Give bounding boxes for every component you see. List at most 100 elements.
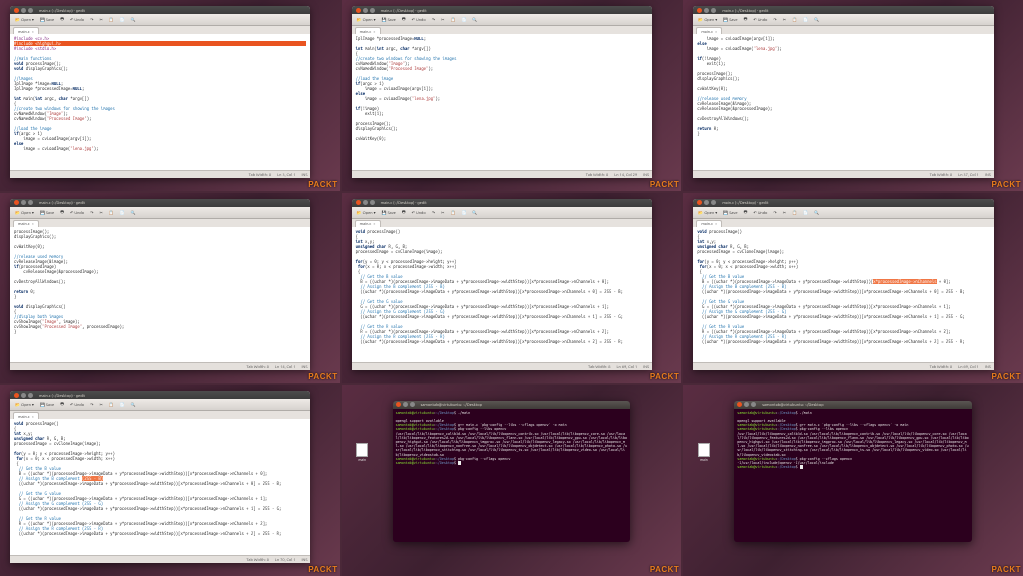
code-area[interactable]: IplImage *processedImage=NULL; int main(… xyxy=(352,34,652,170)
paste-button[interactable]: 📄 xyxy=(118,209,127,216)
tab-main-c[interactable]: main.c× xyxy=(696,220,722,227)
tab-main-c[interactable]: main.c× xyxy=(355,220,381,227)
close-icon[interactable] xyxy=(356,200,361,205)
print-button[interactable]: 🖶 xyxy=(742,208,750,217)
save-button[interactable]: 💾 Save xyxy=(380,16,398,23)
minimize-icon[interactable] xyxy=(744,402,749,407)
open-button[interactable]: 📂 Open ▾ xyxy=(355,16,378,23)
close-icon[interactable] xyxy=(14,393,19,398)
titlebar[interactable]: main.c (~/Desktop) - gedit xyxy=(10,6,310,14)
redo-button[interactable]: ↷ xyxy=(88,16,95,23)
maximize-icon[interactable] xyxy=(711,8,716,13)
redo-button[interactable]: ↷ xyxy=(430,16,437,23)
minimize-icon[interactable] xyxy=(21,393,26,398)
paste-button[interactable]: 📄 xyxy=(118,401,127,408)
open-button[interactable]: 📂 Open ▾ xyxy=(696,16,719,23)
maximize-icon[interactable] xyxy=(28,200,33,205)
close-icon[interactable] xyxy=(737,402,742,407)
find-button[interactable]: 🔍 xyxy=(129,16,138,23)
cut-button[interactable]: ✂ xyxy=(781,16,788,23)
open-button[interactable]: 📂 Open ▾ xyxy=(13,209,36,216)
cut-button[interactable]: ✂ xyxy=(97,401,104,408)
tab-main-c[interactable]: main.c× xyxy=(13,412,39,419)
titlebar[interactable]: main.c (~/Desktop) - gedit xyxy=(10,391,310,399)
undo-button[interactable]: ↶ Undo xyxy=(751,209,769,216)
terminal-body[interactable]: samontab@virtubuntu:~/Desktop$ ./main op… xyxy=(393,409,631,542)
save-button[interactable]: 💾 Save xyxy=(380,209,398,216)
find-button[interactable]: 🔍 xyxy=(470,209,479,216)
paste-button[interactable]: 📄 xyxy=(459,16,468,23)
paste-button[interactable]: 📄 xyxy=(801,209,810,216)
tab-close-icon[interactable]: × xyxy=(32,29,34,34)
redo-button[interactable]: ↷ xyxy=(88,401,95,408)
save-button[interactable]: 💾 Save xyxy=(38,401,56,408)
tab-close-icon[interactable]: × xyxy=(715,29,717,34)
titlebar[interactable]: main.c (~/Desktop) - gedit xyxy=(352,6,652,14)
open-button[interactable]: 📂 Open ▾ xyxy=(13,16,36,23)
maximize-icon[interactable] xyxy=(28,393,33,398)
redo-button[interactable]: ↷ xyxy=(430,209,437,216)
close-icon[interactable] xyxy=(14,8,19,13)
terminal-body[interactable]: samontab@virtubuntu:~/Desktop$ ./main op… xyxy=(734,409,972,542)
undo-button[interactable]: ↶ Undo xyxy=(68,401,86,408)
minimize-icon[interactable] xyxy=(363,8,368,13)
save-button[interactable]: 💾 Save xyxy=(721,16,739,23)
cut-button[interactable]: ✂ xyxy=(781,209,788,216)
titlebar[interactable]: main.c (~/Desktop) - gedit xyxy=(352,199,652,207)
undo-button[interactable]: ↶ Undo xyxy=(410,16,428,23)
open-button[interactable]: 📂 Open ▾ xyxy=(13,401,36,408)
print-button[interactable]: 🖶 xyxy=(58,15,66,24)
minimize-icon[interactable] xyxy=(403,402,408,407)
cut-button[interactable]: ✂ xyxy=(97,209,104,216)
cut-button[interactable]: ✂ xyxy=(439,209,446,216)
close-icon[interactable] xyxy=(14,200,19,205)
tab-close-icon[interactable]: × xyxy=(32,414,34,419)
close-icon[interactable] xyxy=(356,8,361,13)
cut-button[interactable]: ✂ xyxy=(439,16,446,23)
titlebar[interactable]: main.c (~/Desktop) - gedit xyxy=(693,199,993,207)
code-area[interactable]: image = cvLoadImage(argv[1]); else image… xyxy=(693,34,993,170)
maximize-icon[interactable] xyxy=(711,200,716,205)
save-button[interactable]: 💾 Save xyxy=(38,209,56,216)
open-button[interactable]: 📂 Open ▾ xyxy=(355,209,378,216)
paste-button[interactable]: 📄 xyxy=(459,209,468,216)
cut-button[interactable]: ✂ xyxy=(97,16,104,23)
terminal-titlebar[interactable]: samontab@virtubuntu: ~/Desktop xyxy=(734,401,972,409)
find-button[interactable]: 🔍 xyxy=(812,209,821,216)
close-icon[interactable] xyxy=(697,200,702,205)
paste-button[interactable]: 📄 xyxy=(801,16,810,23)
find-button[interactable]: 🔍 xyxy=(812,16,821,23)
print-button[interactable]: 🖶 xyxy=(742,15,750,24)
redo-button[interactable]: ↷ xyxy=(771,16,778,23)
tab-main-c[interactable]: main.c× xyxy=(355,27,381,34)
print-button[interactable]: 🖶 xyxy=(400,208,408,217)
undo-button[interactable]: ↶ Undo xyxy=(68,209,86,216)
print-button[interactable]: 🖶 xyxy=(400,15,408,24)
copy-button[interactable]: 📋 xyxy=(107,401,116,408)
undo-button[interactable]: ↶ Undo xyxy=(751,16,769,23)
code-area[interactable]: void processImage() { int x,y; unsigned … xyxy=(352,227,652,363)
terminal-titlebar[interactable]: samontab@virtubuntu: ~/Desktop xyxy=(393,401,631,409)
tab-close-icon[interactable]: × xyxy=(715,221,717,226)
redo-button[interactable]: ↷ xyxy=(88,209,95,216)
code-area[interactable]: #include <cv.h> #include <highgui.h> #in… xyxy=(10,34,310,170)
copy-button[interactable]: 📋 xyxy=(448,16,457,23)
close-icon[interactable] xyxy=(697,8,702,13)
copy-button[interactable]: 📋 xyxy=(790,209,799,216)
undo-button[interactable]: ↶ Undo xyxy=(410,209,428,216)
code-area[interactable]: void processImage() { int x,y; unsigned … xyxy=(693,227,993,363)
tab-main-c[interactable]: main.c× xyxy=(696,27,722,34)
maximize-icon[interactable] xyxy=(28,8,33,13)
minimize-icon[interactable] xyxy=(704,8,709,13)
desktop-file-main[interactable]: main xyxy=(697,443,711,462)
save-button[interactable]: 💾 Save xyxy=(38,16,56,23)
copy-button[interactable]: 📋 xyxy=(790,16,799,23)
find-button[interactable]: 🔍 xyxy=(129,401,138,408)
save-button[interactable]: 💾 Save xyxy=(721,209,739,216)
find-button[interactable]: 🔍 xyxy=(129,209,138,216)
tab-close-icon[interactable]: × xyxy=(373,221,375,226)
titlebar[interactable]: main.c (~/Desktop) - gedit xyxy=(10,199,310,207)
minimize-icon[interactable] xyxy=(21,8,26,13)
minimize-icon[interactable] xyxy=(363,200,368,205)
close-icon[interactable] xyxy=(396,402,401,407)
